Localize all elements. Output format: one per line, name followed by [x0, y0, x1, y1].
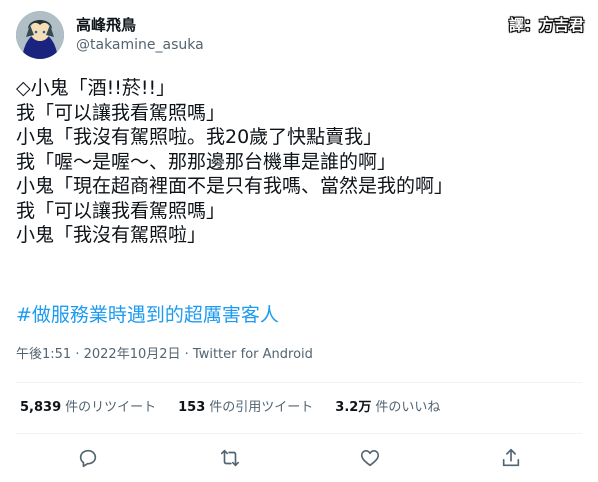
author-handle[interactable]: @takamine_asuka — [76, 36, 204, 54]
tweet-stats: 5,839 件のリツイート 153 件の引用ツイート 3.2万 件のいいね — [20, 399, 462, 417]
reply-button[interactable] — [75, 445, 101, 471]
share-button[interactable] — [498, 445, 524, 471]
quotes-label: 件の引用ツイート — [209, 400, 314, 415]
likes-label: 件のいいね — [375, 400, 441, 415]
tweet-text: ◇小鬼「酒!!菸!!」 我「可以讓我看駕照嗎」 小鬼「我沒有駕照啦。我20歲了快… — [16, 76, 582, 248]
tweet-line: ◇小鬼「酒!!菸!!」 — [16, 77, 176, 99]
retweet-icon — [220, 449, 240, 467]
tweet-source[interactable]: Twitter for Android — [193, 347, 313, 362]
like-icon — [360, 450, 380, 467]
likes-stat[interactable]: 3.2万 件のいいね — [335, 399, 440, 417]
meta-separator: · — [180, 347, 193, 362]
avatar-image — [16, 11, 64, 59]
tweet-actions — [0, 443, 598, 473]
tweet-date[interactable]: 2022年10月2日 — [84, 347, 181, 362]
tweet-line: 我「可以讓我看駕照嗎」 — [16, 101, 226, 124]
tweet-time[interactable]: 午後1:51 — [16, 347, 71, 362]
tweet-meta: 午後1:51 · 2022年10月2日 · Twitter for Androi… — [16, 346, 313, 364]
like-button[interactable] — [357, 445, 383, 471]
retweets-label: 件のリツイート — [65, 400, 157, 415]
tweet-line: 我「可以讓我看駕照嗎」 — [16, 199, 226, 222]
retweets-stat[interactable]: 5,839 件のリツイート — [20, 399, 156, 417]
divider — [16, 433, 582, 434]
likes-count: 3.2万 — [335, 400, 372, 415]
avatar[interactable] — [16, 11, 64, 59]
meta-separator: · — [71, 347, 84, 362]
hashtag-link[interactable]: #做服務業時遇到的超厲害客人 — [16, 303, 279, 327]
tweet-line: 小鬼「我沒有駕照啦。我20歲了快點賣我」 — [16, 126, 383, 148]
tweet-line: 我「喔～是喔～、那那邊那台機車是誰的啊」 — [16, 150, 397, 173]
share-icon — [502, 448, 520, 467]
retweets-count: 5,839 — [20, 400, 62, 415]
tweet-line: 小鬼「現在超商裡面不是只有我嗎、當然是我的啊」 — [16, 175, 454, 197]
retweet-button[interactable] — [217, 445, 243, 471]
quotes-stat[interactable]: 153 件の引用ツイート — [178, 399, 313, 417]
translator-watermark: 譯：方吉君 — [508, 16, 584, 34]
divider — [16, 382, 582, 383]
tweet-line: 小鬼「我沒有駕照啦」 — [16, 224, 207, 246]
quotes-count: 153 — [178, 400, 206, 415]
reply-icon — [79, 449, 97, 468]
author-display-name[interactable]: 高峰飛鳥 — [76, 15, 136, 35]
